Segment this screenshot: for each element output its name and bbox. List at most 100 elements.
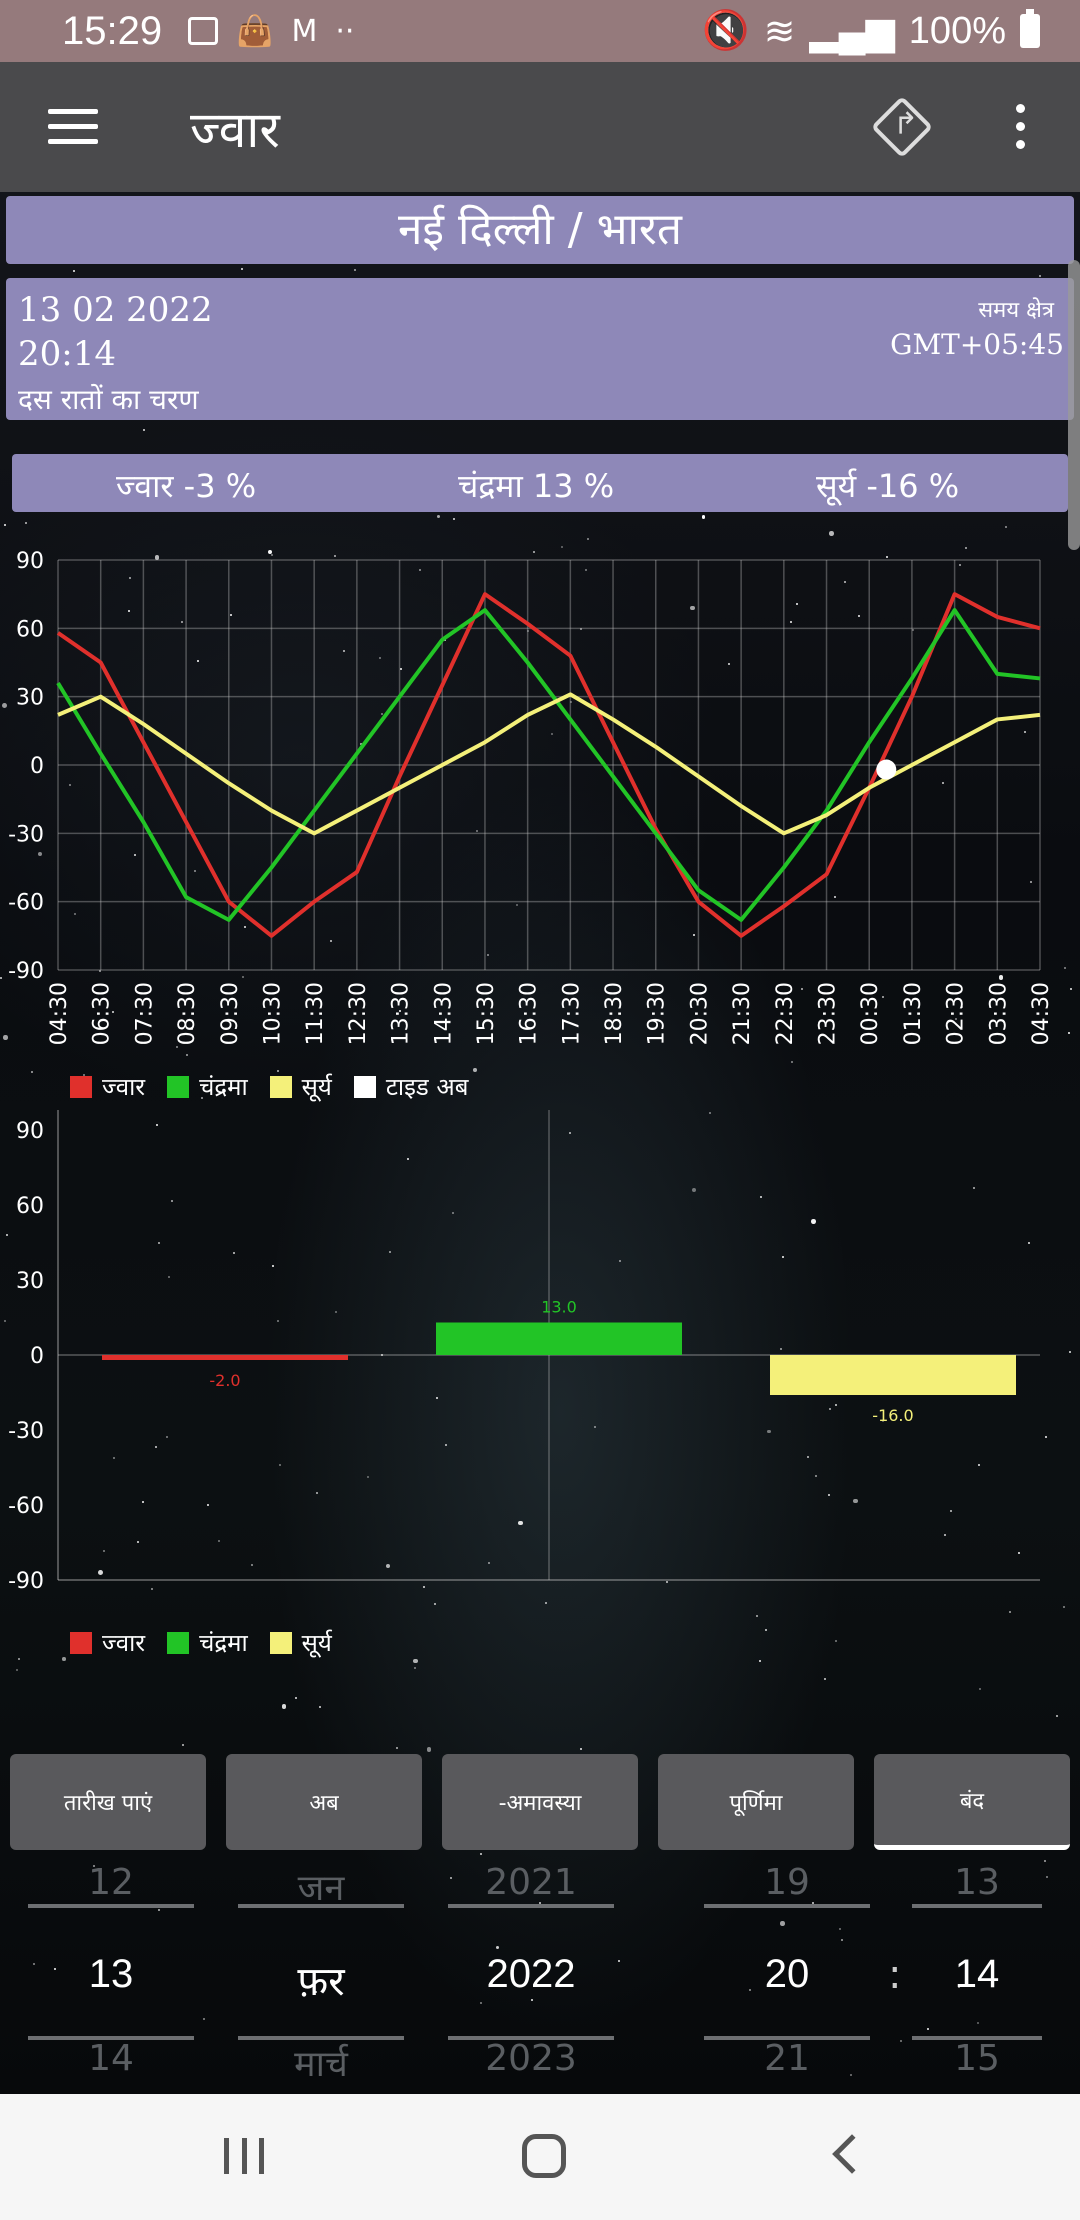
legend-swatch-sun bbox=[269, 1075, 292, 1098]
bar bbox=[770, 1355, 1016, 1395]
star bbox=[759, 1660, 761, 1663]
picker-divider bbox=[28, 1904, 194, 1908]
y-tick-label: -30 bbox=[8, 1419, 44, 1444]
day-current[interactable]: 13 bbox=[28, 1952, 194, 1997]
legend2-swatch-moon bbox=[167, 1631, 190, 1654]
home-icon[interactable] bbox=[522, 2134, 566, 2178]
x-tick-label: 13:30 bbox=[389, 982, 414, 1045]
star bbox=[203, 2017, 206, 2020]
directions-icon[interactable] bbox=[870, 95, 934, 159]
year-next[interactable]: 2023 bbox=[448, 2038, 614, 2079]
now-button[interactable]: अब bbox=[226, 1754, 422, 1850]
month-current[interactable]: फ़र bbox=[238, 1952, 404, 2007]
menu-icon[interactable] bbox=[48, 109, 98, 145]
hour-next[interactable]: 21 bbox=[704, 2038, 870, 2079]
year-picker[interactable]: 2021 2022 2023 bbox=[448, 1862, 614, 2092]
gmail-icon: M bbox=[291, 13, 318, 49]
star bbox=[978, 1687, 981, 1690]
star bbox=[824, 1677, 827, 1680]
x-tick-label: 20:30 bbox=[687, 982, 712, 1045]
overflow-menu-icon[interactable] bbox=[1016, 104, 1026, 158]
day-prev[interactable]: 12 bbox=[28, 1862, 194, 1903]
battery-icon bbox=[1020, 9, 1040, 48]
tide-bar-chart: 90 60 30 0 -30 -60 -90 -2.0 13.0 -16.0 bbox=[8, 1110, 1040, 1594]
star bbox=[18, 1657, 21, 1660]
star bbox=[414, 1667, 417, 1670]
year-prev[interactable]: 2021 bbox=[448, 1862, 614, 1903]
star bbox=[25, 522, 28, 525]
y-tick-label: -30 bbox=[8, 822, 44, 847]
star bbox=[281, 1704, 287, 1709]
star bbox=[16, 1668, 19, 1671]
minute-prev[interactable]: 13 bbox=[912, 1862, 1042, 1903]
back-icon[interactable] bbox=[832, 2134, 872, 2174]
legend2-label-sun: सूर्य bbox=[301, 1629, 332, 1657]
bar bbox=[102, 1355, 348, 1360]
y-tick-label: 30 bbox=[16, 686, 44, 711]
minute-next[interactable]: 15 bbox=[912, 2038, 1042, 2079]
system-nav-bar bbox=[0, 2094, 1080, 2220]
x-tick-label: 04:30 bbox=[47, 982, 72, 1045]
bar-data-label: -16.0 bbox=[872, 1406, 913, 1425]
time-separator: : bbox=[888, 1952, 902, 1998]
star bbox=[182, 1743, 185, 1746]
new-moon-button[interactable]: -अमावस्या bbox=[442, 1754, 638, 1850]
recent-apps-icon[interactable] bbox=[224, 2138, 264, 2174]
image-icon bbox=[188, 17, 219, 45]
month-next[interactable]: मार्च bbox=[238, 2038, 404, 2087]
day-picker[interactable]: 12 13 14 bbox=[28, 1862, 194, 2092]
scrollbar[interactable] bbox=[1068, 260, 1080, 550]
close-button[interactable]: बंद bbox=[874, 1754, 1070, 1850]
legend2-swatch-sun bbox=[269, 1631, 292, 1654]
full-moon-button[interactable]: पूर्णिमा bbox=[658, 1754, 854, 1850]
status-bar: 15:29 👜 M ·· 🔇 ≋ ▂▄▆ 100% bbox=[0, 0, 1080, 62]
status-time: 15:29 bbox=[62, 8, 163, 53]
star bbox=[755, 1614, 758, 1617]
hour-current[interactable]: 20 bbox=[704, 1952, 870, 1997]
star bbox=[1045, 1875, 1048, 1878]
star bbox=[1055, 1715, 1058, 1718]
wifi-icon: ≋ bbox=[763, 10, 796, 53]
legend-label-sun: सूर्य bbox=[301, 1073, 332, 1101]
picker-divider bbox=[238, 1904, 404, 1908]
y-tick-label: 90 bbox=[16, 1119, 44, 1144]
tide-line-chart: 9060300-30-60-9004:30 06:30 07:30 08:30 09:3… bbox=[8, 549, 1054, 1045]
star bbox=[479, 1853, 482, 1856]
x-tick-label: 07:30 bbox=[132, 982, 157, 1045]
legend-label-tide: ज्वार bbox=[102, 1073, 146, 1101]
star bbox=[241, 267, 244, 270]
location-banner[interactable]: नई दिल्ली / भारत bbox=[6, 196, 1074, 264]
year-current[interactable]: 2022 bbox=[448, 1952, 614, 1997]
star bbox=[433, 1602, 436, 1605]
find-date-button[interactable]: तारीख पाएं bbox=[10, 1754, 206, 1850]
star bbox=[1004, 526, 1007, 529]
y-tick-label: -90 bbox=[8, 1569, 44, 1594]
y-tick-label: -60 bbox=[8, 1494, 44, 1519]
x-tick-label: 14:30 bbox=[431, 982, 456, 1045]
star bbox=[62, 1657, 66, 1661]
x-tick-label: 17:30 bbox=[559, 982, 584, 1045]
star bbox=[294, 1696, 297, 1699]
x-tick-label: 18:30 bbox=[602, 982, 627, 1045]
sun-percentage: सूर्य -16 % bbox=[816, 467, 960, 505]
minute-current[interactable]: 14 bbox=[912, 1952, 1042, 1997]
x-tick-label: 09:30 bbox=[218, 982, 243, 1045]
legend-swatch-moon bbox=[167, 1075, 190, 1098]
star bbox=[142, 429, 145, 432]
legend-swatch-tide bbox=[70, 1075, 92, 1098]
day-next[interactable]: 14 bbox=[28, 2038, 194, 2079]
x-tick-label: 10:30 bbox=[260, 982, 285, 1045]
timezone-value: GMT+05:45 bbox=[890, 328, 1064, 361]
star bbox=[437, 515, 441, 519]
star bbox=[580, 1748, 583, 1751]
y-tick-label: 90 bbox=[16, 549, 44, 574]
minute-picker[interactable]: 13 14 15 bbox=[912, 1862, 1042, 2092]
picker-divider bbox=[704, 1904, 870, 1908]
current-time: 20:14 bbox=[18, 334, 116, 374]
star bbox=[899, 2040, 902, 2043]
hour-prev[interactable]: 19 bbox=[704, 1862, 870, 1903]
hour-picker[interactable]: 19 20 21 bbox=[704, 1862, 870, 2092]
bar-data-label: -2.0 bbox=[209, 1371, 240, 1390]
month-picker[interactable]: जन फ़र मार्च bbox=[238, 1862, 404, 2092]
star bbox=[617, 1960, 620, 1963]
